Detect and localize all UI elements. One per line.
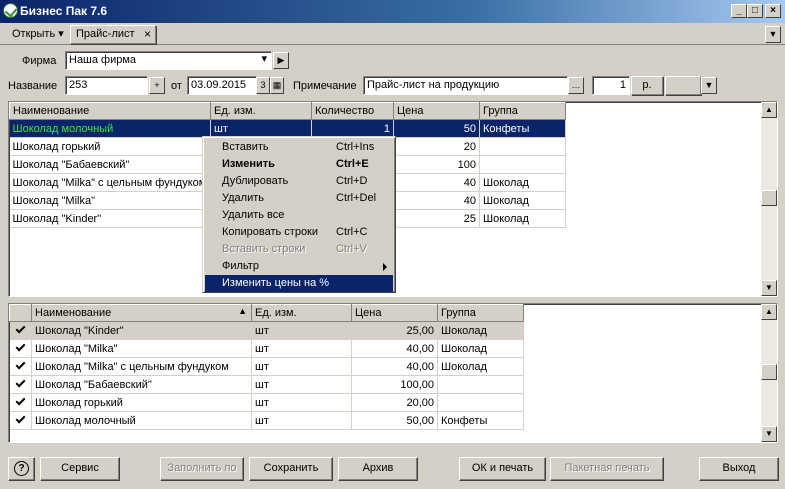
row-check-icon[interactable] <box>9 393 32 412</box>
title-bar: Бизнес Пак 7.6 _ □ × <box>0 0 785 23</box>
table-row[interactable]: Шоколад "Milka" шт 40,00 Шоколад <box>9 339 524 358</box>
menu-item-paste-rows: Вставить строки Ctrl+V <box>222 243 367 255</box>
name-label: Название <box>8 80 58 92</box>
number-increment-button[interactable]: + <box>149 77 165 94</box>
currency-extra-field[interactable] <box>665 76 701 95</box>
exit-button[interactable]: Выход <box>699 457 779 481</box>
window-title: Бизнес Пак 7.6 <box>20 4 108 18</box>
top-grid-scrollbar[interactable]: ▲ ▼ <box>761 102 777 296</box>
menu-item-delete-all[interactable]: Удалить все <box>205 207 393 224</box>
maximize-button[interactable]: □ <box>747 4 763 18</box>
menu-item-delete[interactable]: Удалить Ctrl+Del <box>205 190 393 207</box>
table-row[interactable]: Шоколад молочный шт 1 50 Конфеты <box>9 119 566 138</box>
ok-print-button[interactable]: ОК и печать <box>459 457 546 481</box>
menu-item-change-prices[interactable]: Изменить цены на % <box>205 275 393 292</box>
note-input[interactable]: Прайс-лист на продукцию <box>363 76 568 95</box>
close-button[interactable]: × <box>765 4 781 18</box>
save-button[interactable]: Сохранить <box>249 457 333 481</box>
minimize-button[interactable]: _ <box>731 4 747 18</box>
bottom-grid-scrollbar[interactable]: ▲ ▼ <box>761 304 777 442</box>
column-header[interactable]: Цена <box>393 102 480 120</box>
menu-item-filter[interactable]: Фильтр <box>205 258 393 275</box>
column-header[interactable]: Количество <box>311 102 394 120</box>
fill-by-button[interactable]: Заполнить по <box>160 457 244 481</box>
archive-button[interactable]: Архив <box>338 457 418 481</box>
check-column-header[interactable] <box>9 304 32 322</box>
dropdown-arrow-icon[interactable]: ▼ <box>765 26 781 43</box>
menu-item-copy-rows[interactable]: Копировать строки Ctrl+C <box>205 224 393 241</box>
tab-close-icon[interactable]: × <box>144 27 151 41</box>
currency-dropdown-icon[interactable]: ▼ <box>701 77 717 94</box>
menu-item-edit[interactable]: Изменить Ctrl+E <box>205 156 393 173</box>
menu-item-insert[interactable]: Вставить Ctrl+Ins <box>205 139 393 156</box>
sort-asc-icon: ▲ <box>238 306 247 316</box>
help-button[interactable]: ? <box>8 457 35 481</box>
scroll-up-icon[interactable]: ▲ <box>761 304 777 320</box>
firma-label: Фирма <box>22 55 57 67</box>
column-header[interactable]: Группа <box>479 102 566 120</box>
chevron-down-icon: ▾ <box>261 53 267 65</box>
tab-price-list[interactable]: Прайс-лист × <box>70 25 156 44</box>
scroll-down-icon[interactable]: ▼ <box>761 426 777 442</box>
calendar-icon[interactable]: ▦ <box>270 77 284 94</box>
column-header[interactable]: Наименование <box>9 102 211 120</box>
open-menu[interactable]: Открыть ▾ <box>12 27 64 40</box>
scroll-thumb[interactable] <box>761 190 777 206</box>
scroll-up-icon[interactable]: ▲ <box>761 102 777 118</box>
splitter[interactable] <box>0 298 785 302</box>
goods-grid[interactable]: Наименование ▲ Ед. изм. Цена Группа Шокол… <box>8 303 778 443</box>
row-check-icon[interactable] <box>9 357 32 376</box>
ot-label: от <box>171 80 182 92</box>
column-header[interactable]: Ед. изм. <box>251 304 352 322</box>
toolbar: Открыть ▾ Прайс-лист × ▼ <box>0 23 785 45</box>
table-row[interactable]: Шоколад молочный шт 50,00 Конфеты <box>9 411 524 430</box>
column-header[interactable]: Наименование ▲ <box>31 304 252 322</box>
date-spin-button[interactable]: 3 <box>256 77 270 94</box>
table-row[interactable]: Шоколад "Milka" с цельным фундуком шт 40,0… <box>9 357 524 376</box>
note-label: Примечание <box>293 80 357 92</box>
date-input[interactable]: 03.09.2015 <box>187 76 257 95</box>
app-icon <box>3 3 18 18</box>
firma-open-button[interactable]: ▶ <box>273 52 289 69</box>
goods-table: Наименование ▲ Ед. изм. Цена Группа Шокол… <box>9 304 524 430</box>
column-header[interactable]: Цена <box>351 304 438 322</box>
count-input[interactable]: 1 <box>592 76 630 95</box>
row-check-icon[interactable] <box>9 411 32 430</box>
row-check-icon[interactable] <box>9 339 32 358</box>
table-row[interactable]: Шоколад "Kinder" шт 25,00 Шоколад <box>9 321 524 340</box>
table-row[interactable]: Шоколад "Бабаевский" шт 100,00 <box>9 375 524 394</box>
row-check-icon[interactable] <box>9 375 32 394</box>
name-input[interactable]: 253 <box>65 76 148 95</box>
help-icon: ? <box>14 461 29 476</box>
column-header[interactable]: Ед. изм. <box>210 102 312 120</box>
service-button[interactable]: Сервис <box>40 457 120 481</box>
scroll-down-icon[interactable]: ▼ <box>761 280 777 296</box>
note-ellipsis-button[interactable]: … <box>568 77 584 94</box>
firma-select[interactable]: Наша фирма ▾ <box>65 51 272 70</box>
scroll-thumb[interactable] <box>761 364 777 380</box>
currency-field[interactable]: р. <box>631 76 663 95</box>
column-header[interactable]: Группа <box>437 304 524 322</box>
context-menu: Вставить Ctrl+Ins Изменить Ctrl+E Дублиров… <box>202 136 396 293</box>
table-row[interactable]: Шоколад горький шт 20,00 <box>9 393 524 412</box>
row-check-icon[interactable] <box>9 321 32 340</box>
batch-print-button[interactable]: Пакетная печать <box>550 457 664 481</box>
submenu-arrow-icon <box>383 263 387 271</box>
menu-item-duplicate[interactable]: Дублировать Ctrl+D <box>205 173 393 190</box>
tab-label: Прайс-лист <box>76 28 135 40</box>
